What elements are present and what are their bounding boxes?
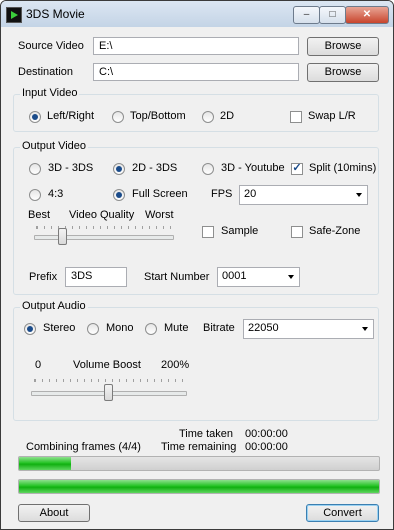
swap-lr-label: Swap L/R [308, 110, 356, 122]
output-audio-group: Output Audio Stereo Mono Mute Bitrate 22… [13, 300, 379, 421]
output-3d-youtube-label: 3D - Youtube [221, 162, 285, 174]
window-title: 3DS Movie [26, 7, 85, 21]
source-video-label: Source Video [18, 40, 84, 52]
volume-slider-ticks [34, 379, 183, 382]
input-left-right-label: Left/Right [47, 110, 95, 122]
start-number-value: 0001 [222, 270, 247, 282]
start-number-label: Start Number [144, 271, 210, 283]
audio-stereo-radio[interactable] [24, 323, 36, 335]
output-video-title: Output Video [20, 140, 89, 152]
split-label: Split (10mins) [309, 162, 377, 174]
output-3d-3ds-radio[interactable] [29, 163, 41, 175]
volume-boost-min-label: 0 [35, 359, 42, 371]
chevron-down-icon [288, 275, 294, 279]
audio-mono-label: Mono [106, 322, 134, 334]
bitrate-value: 22050 [248, 322, 279, 334]
total-progress-bar [18, 479, 380, 494]
prefix-input[interactable]: 3DS [65, 267, 127, 287]
aspect-4-3-radio[interactable] [29, 189, 41, 201]
about-button[interactable]: About [18, 504, 90, 522]
time-taken-label: Time taken [179, 428, 234, 440]
app-window: 3DS Movie – □ ✕ Source Video E:\ Browse … [0, 0, 394, 530]
input-video-title: Input Video [20, 87, 80, 99]
aspect-full-screen-radio[interactable] [113, 189, 125, 201]
prefix-label: Prefix [29, 271, 58, 283]
split-checkbox[interactable]: ✓ [291, 163, 303, 175]
time-taken-value: 00:00:00 [245, 428, 288, 440]
current-progress-fill [19, 457, 72, 470]
quality-best-label: Best [28, 209, 51, 221]
fps-value: 20 [244, 188, 257, 200]
minimize-button[interactable]: – [293, 6, 320, 24]
time-remaining-label: Time remaining [161, 441, 237, 453]
aspect-full-screen-label: Full Screen [132, 188, 188, 200]
destination-label: Destination [18, 66, 74, 78]
audio-mono-radio[interactable] [87, 323, 99, 335]
quality-slider-ticks [36, 226, 171, 229]
maximize-icon: □ [329, 9, 336, 20]
output-video-group: Output Video 3D - 3DS 2D - 3DS 3D - Yout… [13, 140, 379, 295]
volume-boost-label: Volume Boost [73, 359, 141, 371]
input-video-group: Input Video Left/Right Top/Bottom 2D Swa… [13, 87, 379, 132]
sample-checkbox[interactable] [202, 226, 214, 238]
source-browse-button[interactable]: Browse [307, 37, 379, 56]
bitrate-label: Bitrate [203, 322, 235, 334]
maximize-button[interactable]: □ [319, 6, 346, 24]
close-button[interactable]: ✕ [345, 6, 389, 24]
output-3d-youtube-radio[interactable] [202, 163, 214, 175]
app-movie-icon [6, 7, 22, 23]
audio-stereo-label: Stereo [43, 322, 76, 334]
quality-worst-label: Worst [145, 209, 174, 221]
swap-lr-checkbox[interactable] [290, 111, 302, 123]
fps-label: FPS [211, 188, 233, 200]
total-progress-fill [19, 480, 379, 493]
combining-frames-label: Combining frames (4/4) [26, 441, 141, 453]
start-number-select[interactable]: 0001 [217, 267, 300, 287]
video-quality-label: Video Quality [69, 209, 135, 221]
output-3d-3ds-label: 3D - 3DS [48, 162, 94, 174]
safe-zone-checkbox[interactable] [291, 226, 303, 238]
volume-boost-max-label: 200% [161, 359, 190, 371]
quality-slider-thumb[interactable] [57, 228, 67, 245]
check-mark-icon: ✓ [292, 162, 302, 174]
minimize-icon: – [303, 9, 310, 20]
safe-zone-label: Safe-Zone [309, 225, 361, 237]
aspect-4-3-label: 4:3 [48, 188, 64, 200]
fps-select[interactable]: 20 [239, 185, 368, 205]
chevron-down-icon [356, 193, 362, 197]
input-top-bottom-label: Top/Bottom [130, 110, 186, 122]
input-2d-radio[interactable] [202, 111, 214, 123]
title-bar: 3DS Movie – □ ✕ [1, 1, 393, 27]
destination-browse-button[interactable]: Browse [307, 63, 379, 82]
quality-slider-track[interactable] [34, 235, 174, 240]
audio-mute-radio[interactable] [145, 323, 157, 335]
convert-button[interactable]: Convert [306, 504, 379, 522]
chevron-down-icon [362, 327, 368, 331]
close-icon: ✕ [362, 9, 372, 20]
sample-label: Sample [221, 225, 259, 237]
output-2d-3ds-radio[interactable] [113, 163, 125, 175]
output-2d-3ds-label: 2D - 3DS [132, 162, 178, 174]
audio-mute-label: Mute [164, 322, 189, 334]
volume-slider-thumb[interactable] [104, 384, 113, 401]
input-top-bottom-radio[interactable] [112, 111, 124, 123]
source-video-input[interactable]: E:\ [93, 37, 299, 55]
bitrate-select[interactable]: 22050 [243, 319, 374, 339]
time-remaining-value: 00:00:00 [245, 441, 288, 453]
output-audio-title: Output Audio [20, 300, 88, 312]
destination-input[interactable]: C:\ [93, 63, 299, 81]
input-2d-label: 2D [220, 110, 235, 122]
current-progress-bar [18, 456, 380, 471]
input-left-right-radio[interactable] [29, 111, 41, 123]
main-panel: Source Video E:\ Browse Destination C:\ … [8, 28, 386, 522]
